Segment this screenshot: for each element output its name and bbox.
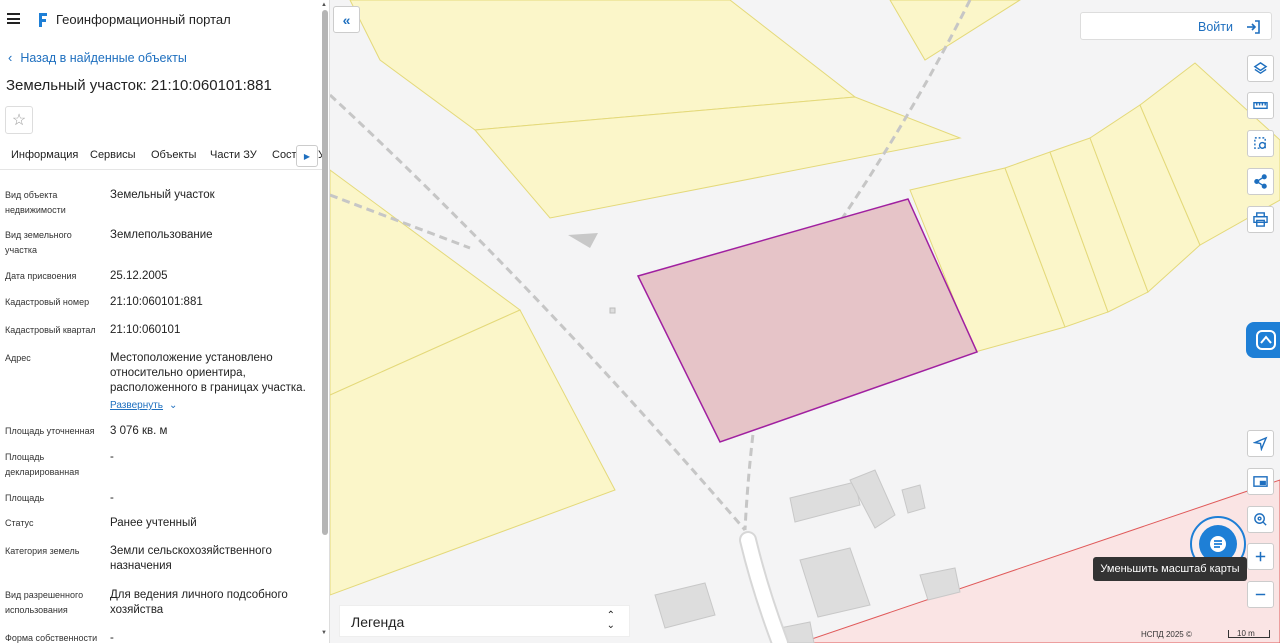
property-value: Для ведения личного подсобного хозяйства [110, 589, 288, 616]
share-icon [1254, 174, 1267, 189]
property-label: Площадь уточненная [5, 426, 95, 436]
property-label: Кадастровый квартал [5, 325, 96, 335]
property-label: Площадь декларированная [5, 452, 80, 477]
print-icon [1253, 212, 1268, 227]
portal-title: Геоинформационный портал [56, 12, 231, 27]
tab-objects[interactable]: Объекты [151, 149, 196, 161]
property-label: Статус [5, 518, 34, 528]
tab-info[interactable]: Информация [11, 149, 78, 169]
layers-button[interactable] [1247, 55, 1274, 82]
favorite-button[interactable]: ☆ [5, 106, 33, 134]
property-value: 21:10:060101:881 [110, 296, 203, 308]
assistant-button[interactable] [1246, 322, 1280, 358]
double-chevron-left-icon: « [342, 11, 351, 28]
property-value: 3 076 кв. м [110, 425, 168, 437]
scale-label: 10 m [1237, 629, 1255, 638]
menu-icon[interactable] [7, 13, 20, 24]
scroll-down-arrow[interactable]: ▼ [321, 630, 327, 636]
tab-services[interactable]: Сервисы [90, 149, 136, 161]
legend-label: Легенда [351, 614, 405, 630]
address-expand-row: Развернуть ⌄ [110, 398, 315, 413]
building-polygon [654, 582, 716, 629]
tab-bar: Информация Сервисы Объекты Части ЗУ Сост… [0, 142, 322, 170]
collapse-panel-button[interactable]: « [333, 6, 360, 33]
ruler-button[interactable] [1247, 92, 1274, 119]
property-value: Земельный участок [110, 189, 215, 201]
property-value: 25.12.2005 [110, 270, 168, 282]
property-value: Ранее учтенный [110, 517, 197, 529]
top-bar: Геоинформационный портал [0, 0, 329, 40]
geo-search-icon [1254, 513, 1267, 526]
back-to-results-link[interactable]: ‹ Назад в найденные объекты [8, 50, 187, 65]
print-button[interactable] [1247, 206, 1274, 233]
back-link-label: Назад в найденные объекты [20, 51, 187, 65]
login-button[interactable]: Войти [1080, 12, 1272, 40]
layers-icon [1253, 62, 1268, 75]
marker-square [609, 307, 616, 314]
property-value: Землепользование [110, 229, 213, 241]
property-label: Категория земель [5, 546, 80, 556]
marker-triangle [568, 233, 598, 248]
building-polygon [901, 484, 926, 514]
updown-chevron-icon: ⌃ ⌄ [606, 610, 615, 631]
info-panel: Геоинформационный портал ‹ Назад в найден… [0, 0, 330, 643]
zoom-out-tooltip: Уменьшить масштаб карты [1093, 557, 1247, 581]
zoom-out-icon [1255, 593, 1266, 596]
portal-logo-icon [39, 13, 47, 27]
zoom-out-button[interactable] [1247, 581, 1274, 608]
map-attribution: НСПД 2025 © [1141, 630, 1192, 639]
road-fill [741, 533, 787, 643]
property-label: Кадастровый номер [5, 297, 90, 307]
share-button[interactable] [1247, 168, 1274, 195]
address-text: Местоположение установлено относительно … [110, 352, 306, 394]
property-label: Вид разрешенного использования [5, 590, 84, 615]
property-value: - [110, 632, 114, 643]
assistant-icon [1256, 330, 1276, 350]
building-polygon [789, 481, 861, 523]
locate-button[interactable] [1247, 430, 1274, 457]
zoom-in-button[interactable] [1247, 543, 1274, 570]
legend-dropdown[interactable]: Легенда ⌃ ⌄ [339, 605, 630, 637]
property-value: Земли сельскохозяйственного назначения [110, 545, 272, 572]
minimap-button[interactable] [1247, 468, 1274, 495]
login-label: Войти [1198, 20, 1233, 34]
property-label: Вид объекта недвижимости [5, 190, 66, 215]
minimap-icon [1253, 476, 1268, 487]
property-label: Форма собственности [5, 633, 98, 643]
tab-parts[interactable]: Части ЗУ [210, 149, 257, 161]
property-value: - [110, 451, 114, 463]
object-title: Земельный участок: 21:10:060101:881 [6, 77, 272, 94]
chevron-left-icon: ‹ [8, 50, 13, 65]
property-value: 21:10:060101 [110, 324, 181, 336]
panel-scrollbar[interactable] [322, 10, 328, 535]
property-label: Площадь [5, 493, 45, 503]
property-label: Адрес [5, 353, 31, 363]
select-area-button[interactable] [1247, 130, 1274, 157]
map-canvas[interactable] [330, 0, 1280, 643]
map-base-layer [330, 0, 1280, 643]
address-expand-link[interactable]: Развернуть [110, 400, 163, 411]
select-area-icon [1254, 137, 1266, 149]
login-icon [1247, 20, 1260, 34]
geo-search-button[interactable] [1247, 506, 1274, 533]
property-label: Вид земельного участка [5, 230, 72, 255]
arrow-right-icon: ▶ [303, 151, 311, 161]
zoom-in-icon [1255, 551, 1266, 562]
ruler-icon [1253, 101, 1268, 110]
property-value: Местоположение установлено относительно … [110, 351, 315, 413]
scroll-up-arrow[interactable]: ▲ [321, 2, 327, 8]
selected-parcel-polygon [636, 198, 979, 443]
property-label: Дата присвоения [5, 271, 77, 281]
star-icon: ☆ [11, 112, 27, 129]
tabs-scroll-right-button[interactable]: ▶ [296, 145, 318, 167]
property-value: - [110, 492, 114, 504]
chevron-down-icon[interactable]: ⌄ [169, 400, 177, 411]
locate-icon [1253, 436, 1268, 451]
building-polygon [799, 547, 871, 618]
